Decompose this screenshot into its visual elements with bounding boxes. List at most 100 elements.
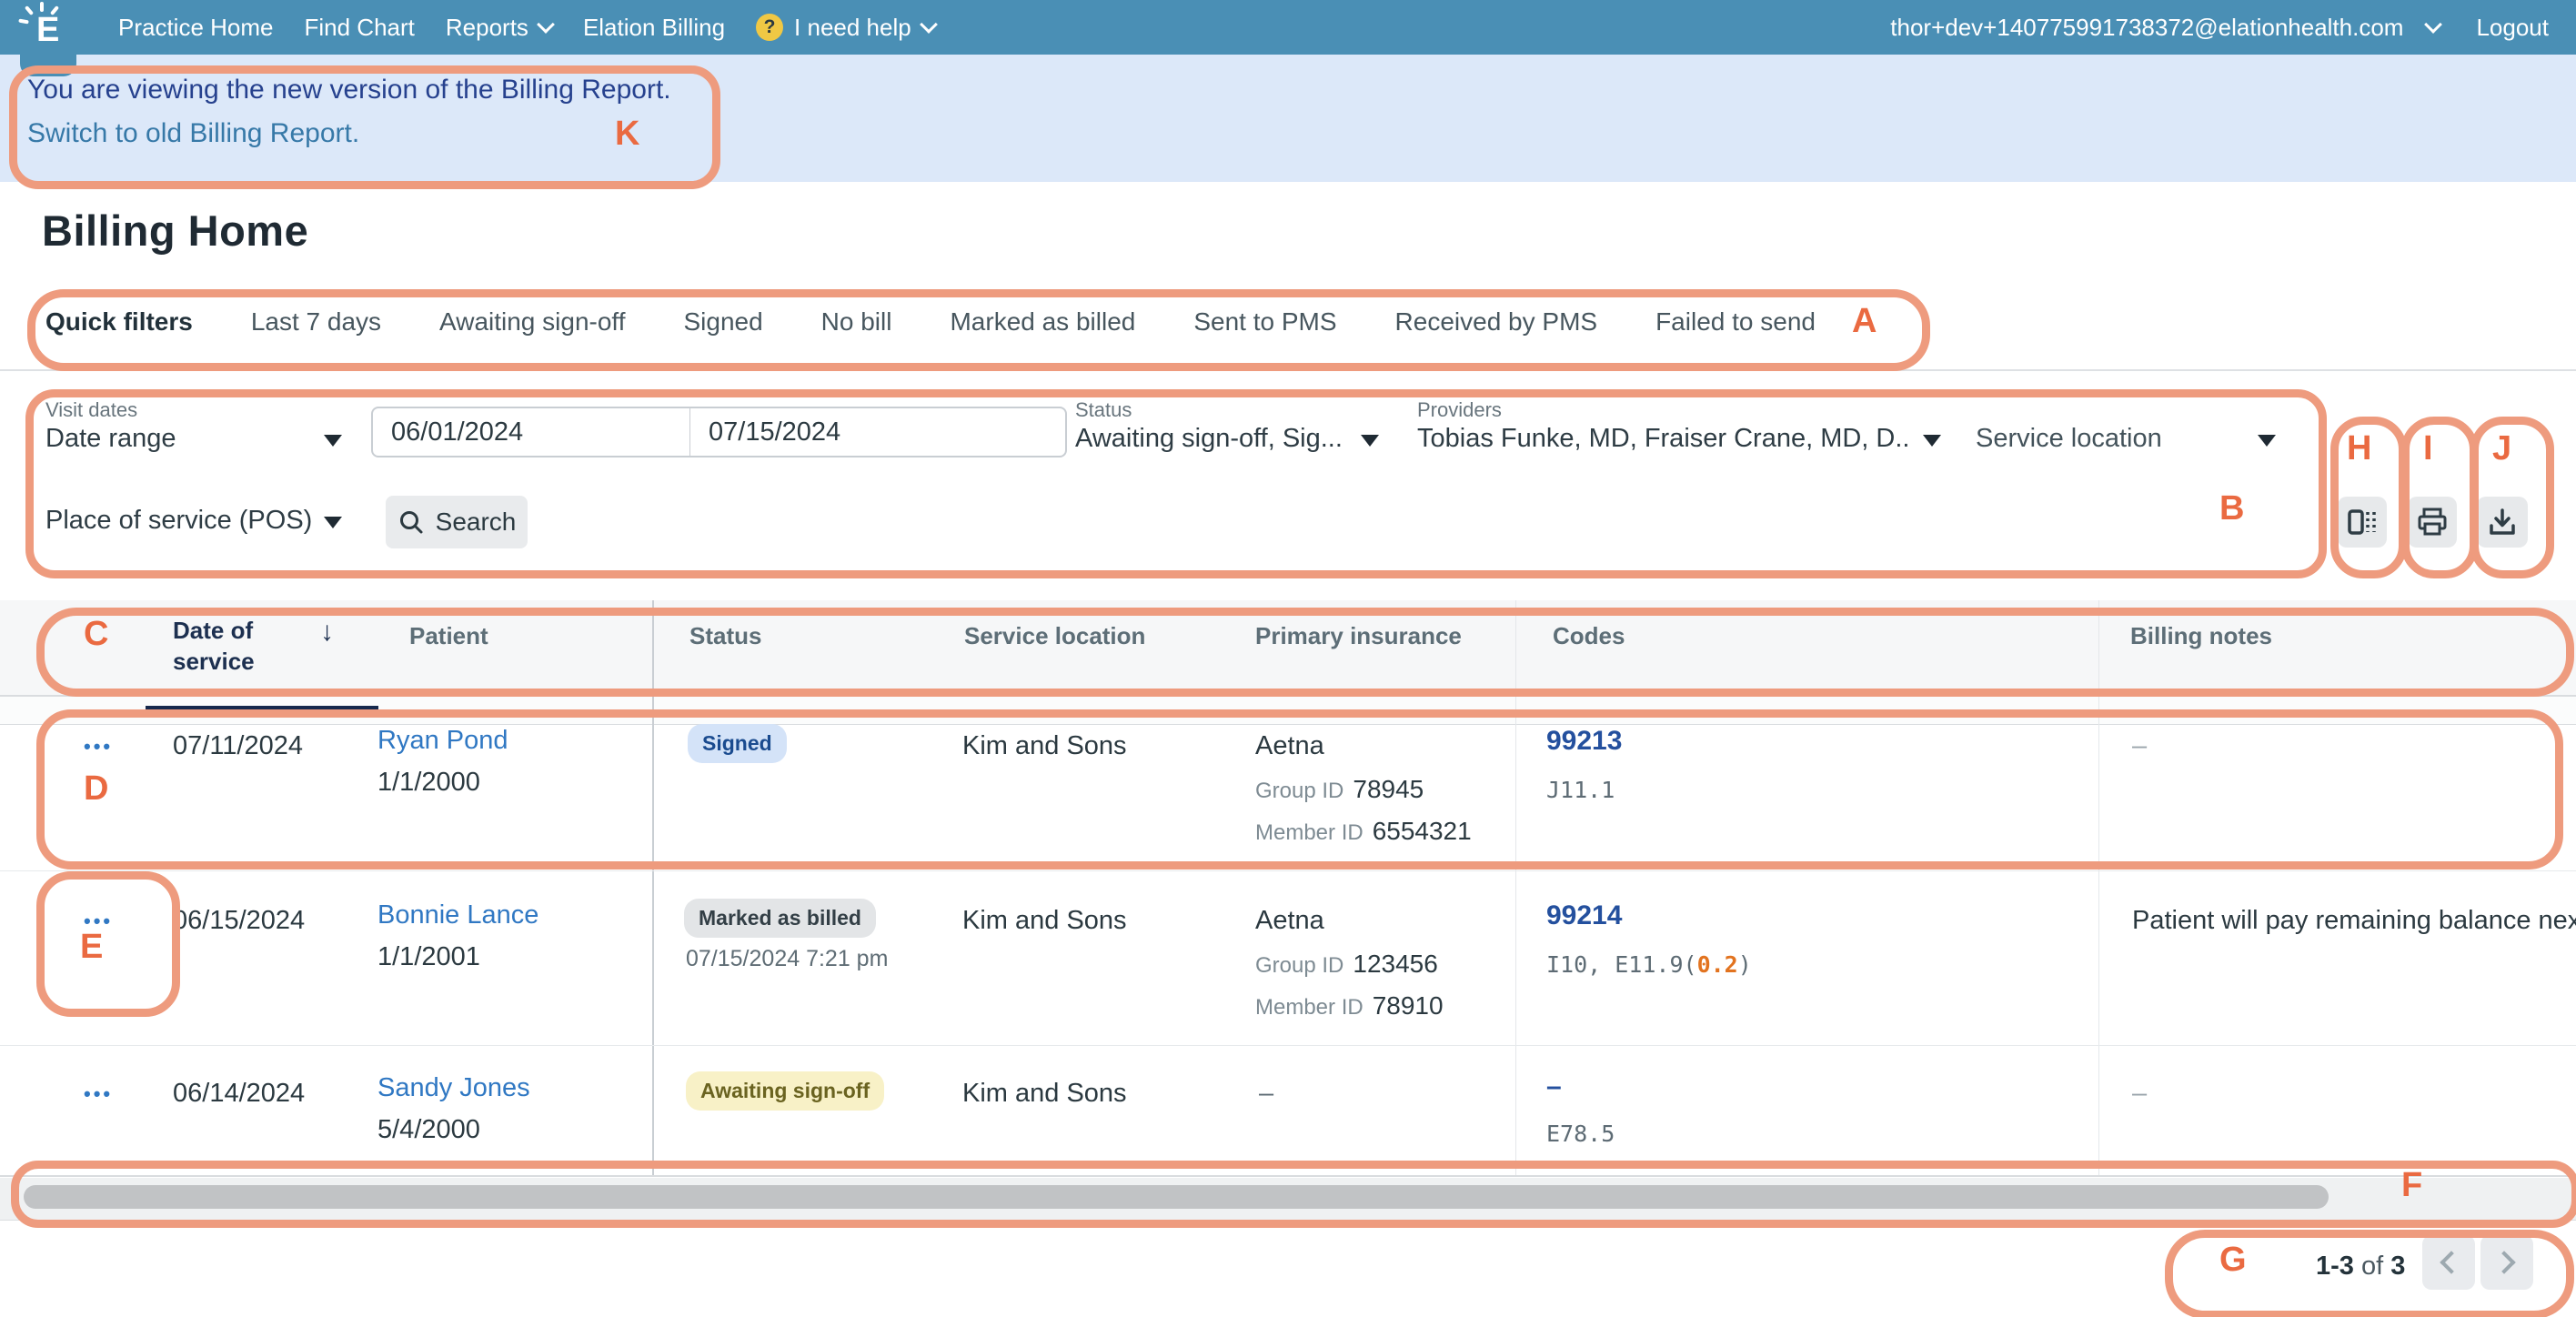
pagination-next-button[interactable] (2480, 1235, 2533, 1290)
status-detail: 07/15/2024 7:21 pm (686, 946, 888, 972)
row-divider (0, 870, 2576, 871)
column-header-patient[interactable]: Patient (409, 622, 488, 650)
column-header-service-location[interactable]: Service location (964, 622, 1145, 650)
cpt-code-link[interactable]: 99214 (1546, 900, 1622, 931)
cpt-code-link[interactable]: 99213 (1546, 726, 1622, 757)
dropdown-caret-icon[interactable] (324, 435, 342, 447)
annotation-box-e (36, 871, 180, 1017)
providers-select[interactable]: Tobias Funke, MD, Fraiser Crane, MD, D..… (1417, 424, 1908, 454)
row-actions-menu[interactable]: ••• (84, 735, 113, 759)
nav-practice-home[interactable]: Practice Home (118, 14, 274, 42)
icd-codes: J11.1 (1546, 777, 1615, 803)
manage-columns-button[interactable] (2338, 497, 2387, 548)
nav-find-chart[interactable]: Find Chart (305, 14, 415, 42)
annotation-letter-d: D (84, 769, 108, 809)
logout-button[interactable]: Logout (2476, 14, 2549, 42)
logo-ray (18, 19, 29, 25)
new-version-banner: You are viewing the new version of the B… (0, 55, 2576, 182)
column-header-codes[interactable]: Codes (1553, 622, 1625, 650)
horizontal-scrollbar-thumb[interactable] (24, 1185, 2329, 1209)
cell-date-of-service: 06/14/2024 (173, 1079, 305, 1109)
column-header-date-of-service[interactable]: Date of service (173, 615, 300, 677)
member-id-label: Member ID (1255, 995, 1363, 1020)
quick-filter-sent-to-pms[interactable]: Sent to PMS (1193, 307, 1336, 337)
print-icon (2416, 507, 2449, 538)
annotation-letter-a: A (1852, 302, 1877, 341)
member-id-label: Member ID (1255, 820, 1363, 845)
patient-link[interactable]: Bonnie Lance (377, 900, 538, 930)
cell-patient-dob: 5/4/2000 (377, 1115, 480, 1145)
nav-help[interactable]: ? I need help (756, 14, 935, 42)
chevron-right-icon (2492, 1251, 2515, 1273)
divider (0, 369, 2576, 371)
service-location-select[interactable]: Service location (1976, 424, 2162, 454)
cell-service-location: Kim and Sons (962, 731, 1127, 761)
dropdown-caret-icon[interactable] (1923, 435, 1941, 447)
column-header-billing-notes[interactable]: Billing notes (2130, 622, 2272, 650)
annotation-letter-e: E (80, 928, 103, 967)
cell-date-of-service: 07/11/2024 (173, 731, 303, 761)
group-id-label: Group ID (1255, 953, 1343, 978)
column-header-primary-insurance[interactable]: Primary insurance (1255, 622, 1462, 650)
banner-message: You are viewing the new version of the B… (27, 75, 671, 106)
place-of-service-select[interactable]: Place of service (POS) (45, 506, 312, 536)
quick-filter-no-bill[interactable]: No bill (821, 307, 892, 337)
dropdown-caret-icon[interactable] (1361, 435, 1379, 447)
pagination-prev-button[interactable] (2422, 1235, 2475, 1290)
row-actions-menu[interactable]: ••• (84, 910, 113, 933)
nav-elation-billing[interactable]: Elation Billing (583, 14, 725, 42)
cpt-code-link[interactable]: – (1546, 1071, 1562, 1102)
dropdown-caret-icon[interactable] (2258, 435, 2276, 447)
dropdown-caret-icon[interactable] (324, 517, 342, 528)
quick-filters-row: Quick filters Last 7 days Awaiting sign-… (45, 307, 1816, 337)
status-badge: Signed (688, 724, 787, 763)
search-icon (397, 508, 425, 536)
download-button[interactable] (2477, 497, 2528, 548)
insurance-member-line: Member ID6554321 (1255, 817, 1472, 846)
sort-desc-icon[interactable]: ↓ (320, 617, 334, 648)
chevron-down-icon (920, 15, 938, 34)
elation-logo[interactable]: E (20, 0, 76, 76)
help-icon: ? (756, 14, 783, 41)
insurance-member-line: Member ID 78910 (1255, 991, 1444, 1020)
elation-logo-e: E (36, 11, 59, 50)
quick-filter-received-by-pms[interactable]: Received by PMS (1395, 307, 1598, 337)
quick-filter-marked-as-billed[interactable]: Marked as billed (950, 307, 1135, 337)
cell-insurance-name: – (1259, 1079, 1273, 1109)
annotation-letter-i: I (2423, 429, 2433, 468)
cell-billing-notes: – (2132, 1079, 2147, 1109)
columns-icon (2346, 508, 2379, 537)
quick-filter-failed-to-send[interactable]: Failed to send (1655, 307, 1816, 337)
quick-filter-awaiting-sign-off[interactable]: Awaiting sign-off (439, 307, 625, 337)
visit-dates-select[interactable]: Date range (45, 424, 176, 454)
patient-link[interactable]: Sandy Jones (377, 1073, 530, 1103)
status-badge: Marked as billed (684, 899, 876, 938)
status-badge: Awaiting sign-off (686, 1071, 884, 1111)
cell-patient-dob: 1/1/2001 (377, 942, 480, 972)
quick-filter-last-7-days[interactable]: Last 7 days (251, 307, 381, 337)
date-from-input[interactable]: 06/01/2024 (371, 407, 711, 457)
logo-ray (25, 5, 34, 15)
switch-old-report-link[interactable]: Switch to old Billing Report. (27, 118, 359, 149)
pinned-scrollbar-thumb[interactable] (146, 706, 378, 717)
status-select[interactable]: Awaiting sign-off, Sig... (1075, 424, 1343, 454)
table-bottom-border (0, 1175, 2576, 1177)
column-divider (2098, 600, 2099, 1177)
chevron-left-icon (2440, 1251, 2462, 1273)
member-id-value: 78910 (1373, 991, 1444, 1020)
row-actions-menu[interactable]: ••• (84, 1082, 113, 1106)
date-to-input[interactable]: 07/15/2024 (689, 407, 1067, 457)
billing-home-page: Practice Home Find Chart Reports Elation… (0, 0, 2576, 1317)
search-button[interactable]: Search (386, 496, 528, 548)
pinned-column-divider (652, 600, 654, 1177)
nav-reports[interactable]: Reports (446, 14, 552, 42)
patient-link[interactable]: Ryan Pond (377, 726, 508, 756)
search-button-label: Search (436, 508, 517, 537)
print-button[interactable] (2408, 497, 2457, 548)
user-email-menu[interactable]: thor+dev+140775991738372@elationhealth.c… (1890, 14, 2403, 42)
cell-patient-dob: 1/1/2000 (377, 768, 480, 798)
quick-filter-signed[interactable]: Signed (683, 307, 762, 337)
chevron-down-icon (537, 15, 555, 34)
group-id-value: 78945 (1353, 775, 1424, 803)
column-header-status[interactable]: Status (689, 622, 761, 650)
